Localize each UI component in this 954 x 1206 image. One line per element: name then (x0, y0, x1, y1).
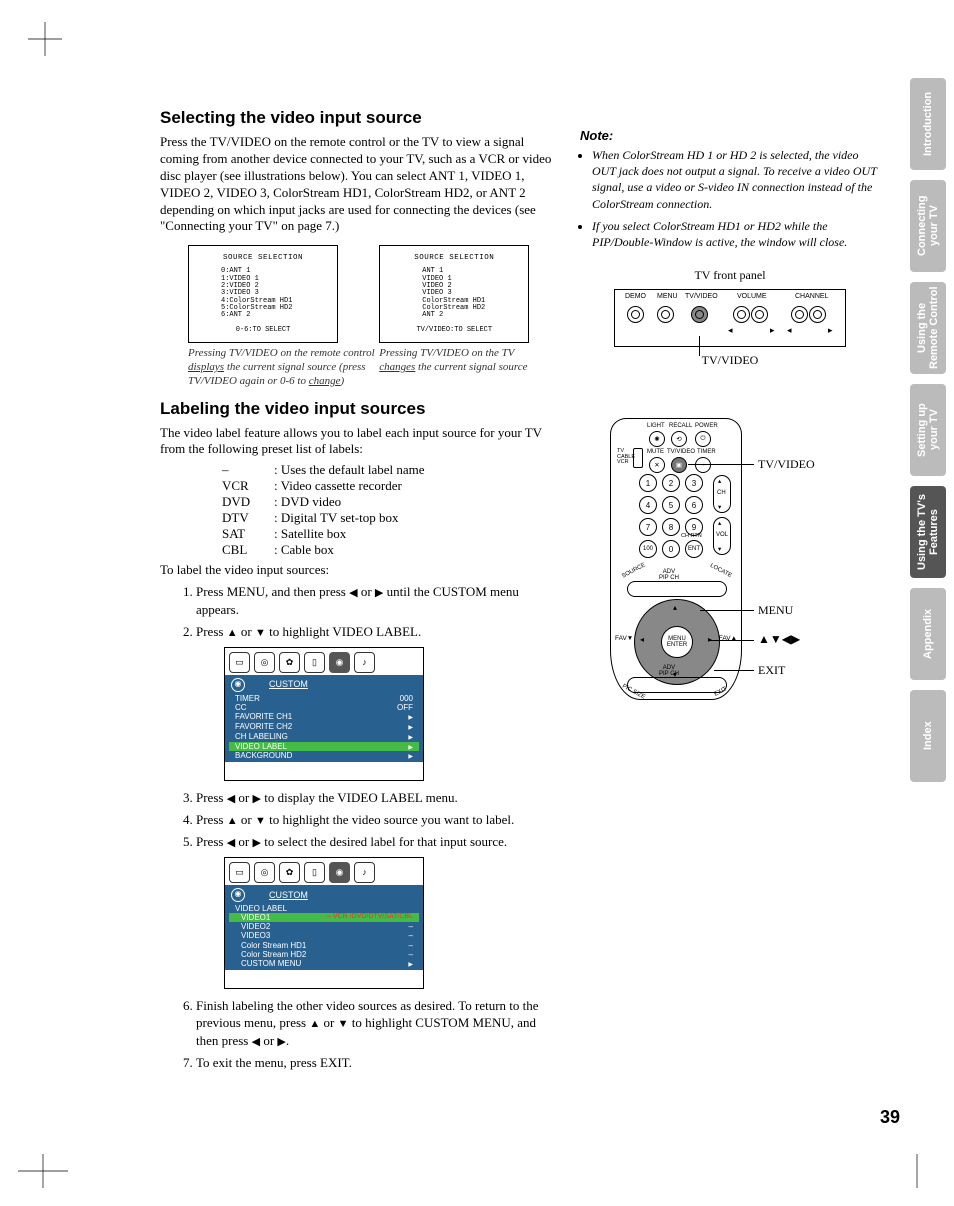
heading-labeling: Labeling the video input sources (160, 399, 560, 419)
tab-appendix: Appendix (910, 588, 946, 680)
remote-diagram: LIGHT RECALL POWER ✺ ⟲ ⏻ TV CABLE VCR MU… (580, 418, 880, 738)
panel-title: TV front panel (580, 268, 880, 283)
labeling-intro: The video label feature allows you to la… (160, 425, 560, 459)
heading-select-source: Selecting the video input source (160, 108, 560, 128)
tab-setup: Setting up your TV (910, 384, 946, 476)
menu-tab-icon: ◎ (254, 652, 275, 673)
callout-exit: EXIT (758, 663, 785, 678)
osd-row: SOURCE SELECTION 0:ANT 1 1:VIDEO 1 2:VID… (160, 245, 560, 388)
callout-arrows: ▲▼◀▶ (758, 632, 800, 646)
note-heading: Note: (580, 128, 880, 143)
osd-remote: SOURCE SELECTION 0:ANT 1 1:VIDEO 1 2:VID… (188, 245, 338, 343)
osd-tv: SOURCE SELECTION ANT 1 VIDEO 1 VIDEO 2 V… (379, 245, 529, 343)
menu-tab-icon: ▭ (229, 652, 250, 673)
menu-video-label: ▭◎✿▯◉♪ ◉ CUSTOM VIDEO LABEL VIDEO1– VCR … (224, 857, 424, 989)
tab-connecting: Connecting your TV (910, 180, 946, 272)
to-label: To label the video input sources: (160, 562, 560, 579)
tab-introduction: Introduction (910, 78, 946, 170)
caption-remote: Pressing TV/VIDEO on the remote control … (188, 347, 376, 388)
menu-custom: ▭ ◎ ✿ ▯ ◉ ♪ ◉ CUSTOM TIMER000CCOFFFAVORI… (224, 647, 424, 782)
menu-tab-icon: ♪ (354, 652, 375, 673)
callout-menu: MENU (758, 603, 793, 618)
menu-tab-icon: ✿ (279, 652, 300, 673)
tab-features-active: Using the TV's Features (910, 486, 946, 578)
section-tabs: Introduction Connecting your TV Using th… (910, 78, 946, 782)
tab-index: Index (910, 690, 946, 782)
menu-tab-icon: ▯ (304, 652, 325, 673)
panel-caption: TV/VIDEO (580, 353, 880, 368)
page-number: 39 (880, 1107, 900, 1128)
tab-remote: Using the Remote Control (910, 282, 946, 374)
callout-tvvideo: TV/VIDEO (758, 457, 815, 472)
menu-tab-icon-selected: ◉ (329, 652, 350, 673)
intro-paragraph: Press the TV/VIDEO on the remote control… (160, 134, 560, 235)
note-body: When ColorStream HD 1 or HD 2 is selecte… (580, 147, 880, 250)
steps-list: Press MENU, and then press ◀ or ▶ until … (160, 583, 560, 1071)
caption-tv: Pressing TV/VIDEO on the TV changes the … (379, 347, 549, 375)
label-list: –: Uses the default label name VCR: Vide… (222, 462, 560, 558)
tv-front-panel: DEMO MENU TV/VIDEO VOLUME CHANNEL ◂ ▸ ◂ … (614, 289, 846, 347)
